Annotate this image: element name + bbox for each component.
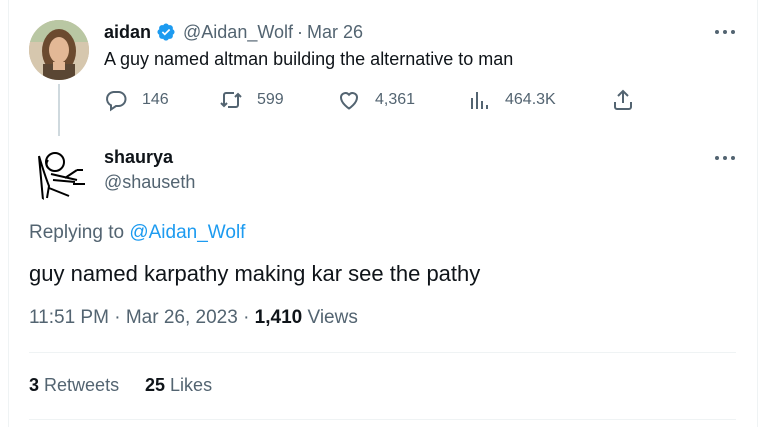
reply-count: 146 (142, 91, 169, 108)
like-button[interactable]: 4,361 (337, 88, 415, 112)
views-count: 1,410 (254, 307, 303, 328)
replying-to-label: Replying to (29, 222, 125, 243)
like-icon (339, 92, 359, 110)
retweets-count: 3 (29, 375, 40, 395)
avatar-image (29, 144, 89, 204)
likes-label: Likes (170, 375, 213, 395)
reply-button[interactable]: 146 (104, 88, 169, 112)
views-count: 464.3K (505, 91, 556, 108)
separator-dot: · (114, 307, 121, 328)
reply-icon (106, 91, 127, 112)
like-count: 4,361 (375, 91, 416, 108)
more-icon[interactable] (713, 26, 737, 38)
views-button[interactable]: 464.3K (467, 88, 556, 112)
retweet-count: 599 (257, 91, 284, 108)
more-icon[interactable] (713, 152, 737, 164)
divider (29, 352, 736, 353)
tweet-date[interactable]: Mar 26 (307, 22, 363, 43)
likes-stat[interactable]: 25 Likes (145, 375, 212, 396)
retweet-button[interactable]: 599 (219, 88, 284, 112)
parent-tweet-text: A guy named altman building the alternat… (104, 49, 514, 69)
parent-tweet-header: aidan @Aidan_Wolf · Mar 26 (104, 21, 363, 43)
avatar[interactable] (29, 144, 89, 204)
tweet-action-bar: 146 599 4,361 464.3K (0, 88, 776, 114)
replying-to-handle-link[interactable]: @Aidan_Wolf (129, 222, 245, 243)
tweet-date[interactable]: Mar 26, 2023 (126, 307, 238, 328)
replying-to-line: Replying to @Aidan_Wolf (29, 222, 245, 244)
author-handle[interactable]: @shauseth (104, 172, 195, 193)
share-button[interactable] (611, 88, 635, 112)
views-icon (471, 92, 488, 109)
divider (29, 419, 736, 420)
separator-dot: · (297, 21, 304, 42)
main-tweet-text: guy named karpathy making kar see the pa… (29, 261, 481, 286)
author-name[interactable]: shaurya (104, 147, 173, 168)
share-icon (614, 89, 632, 110)
tweet-time[interactable]: 11:51 PM (29, 307, 109, 328)
retweets-stat[interactable]: 3 Retweets (29, 375, 119, 396)
views-label: Views (307, 307, 358, 328)
likes-count: 25 (145, 375, 166, 395)
verified-badge-icon (157, 23, 175, 41)
retweet-icon (220, 92, 242, 108)
separator-dot: · (243, 307, 250, 328)
avatar-image (29, 20, 89, 80)
retweets-label: Retweets (44, 375, 120, 395)
avatar[interactable] (29, 20, 89, 80)
author-name[interactable]: aidan (104, 22, 151, 43)
author-handle[interactable]: @Aidan_Wolf (183, 22, 293, 43)
tweet-meta: 11:51 PM · Mar 26, 2023 · 1,410 Views (29, 307, 358, 329)
